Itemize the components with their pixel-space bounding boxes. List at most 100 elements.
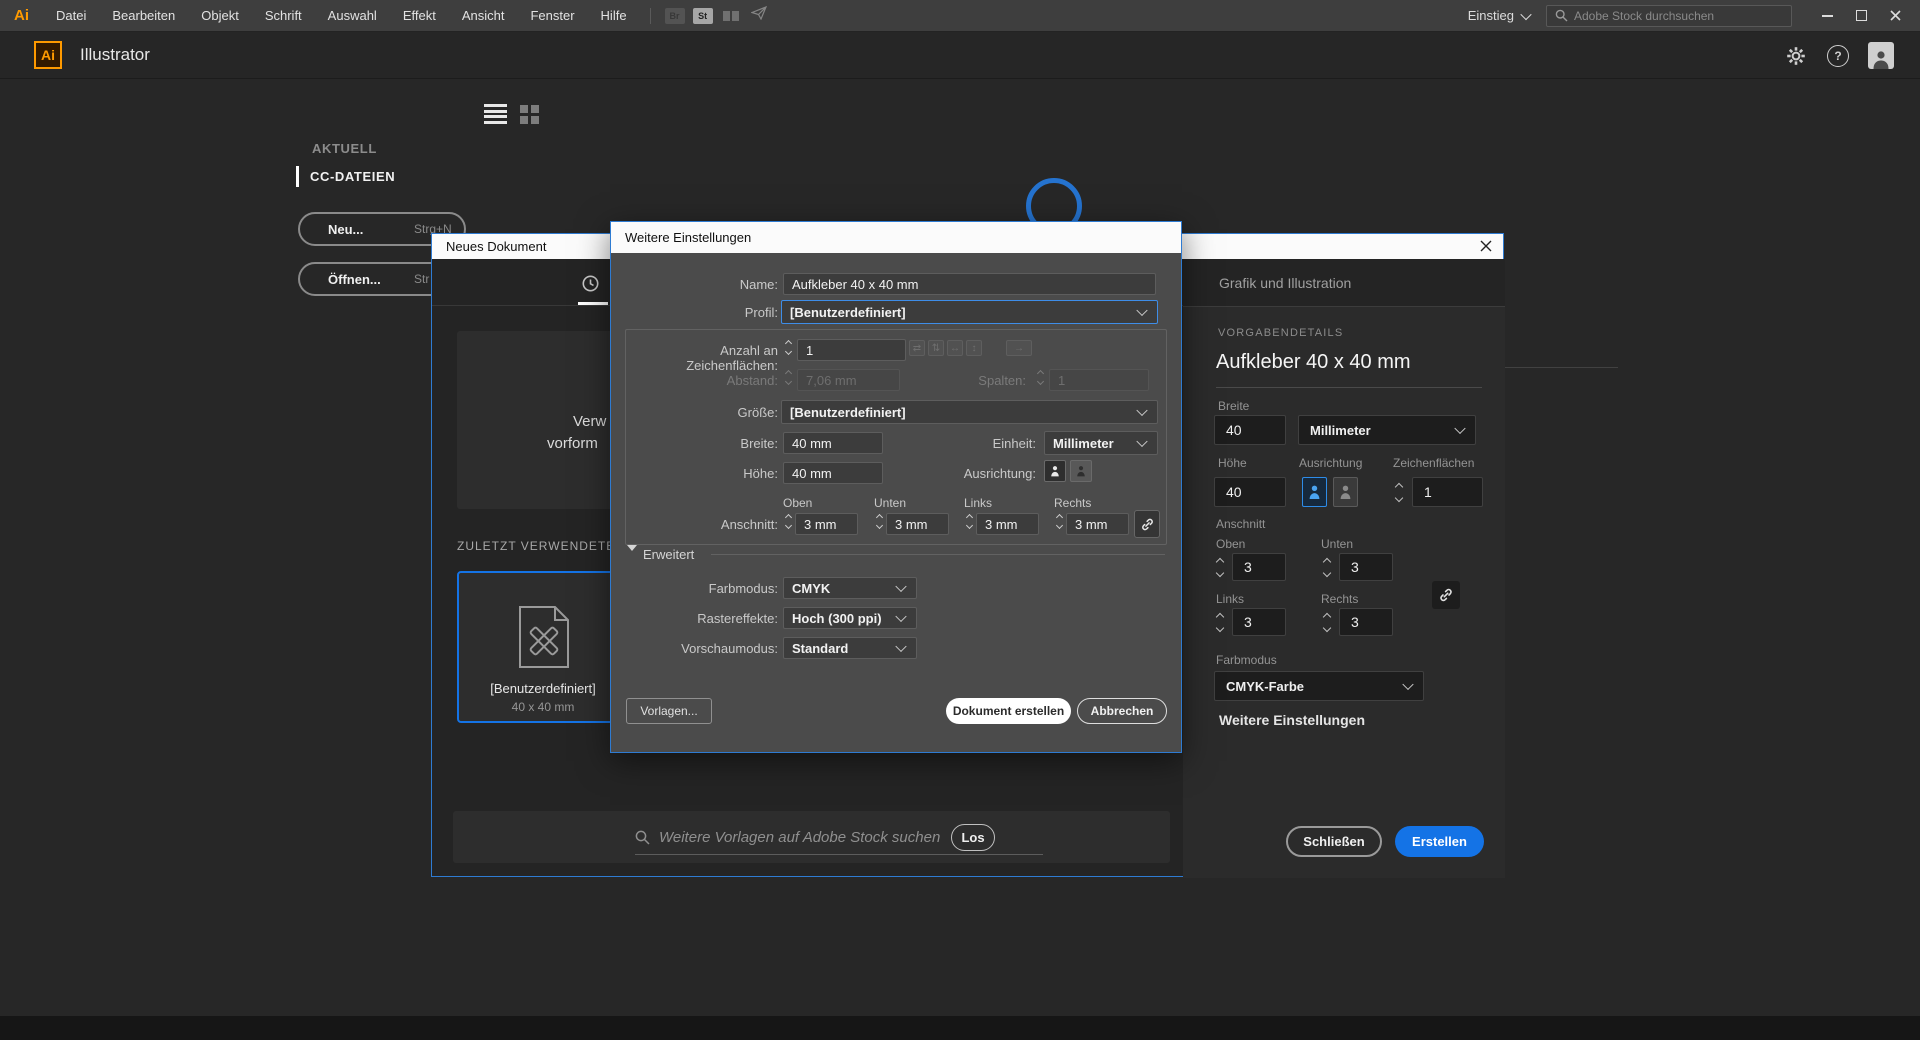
menu-bearbeiten[interactable]: Bearbeiten — [99, 0, 188, 32]
artboards-label: Zeichenflächen — [1393, 456, 1474, 470]
bleed-top-input[interactable]: 3 — [1232, 553, 1286, 581]
orientation-portrait-button[interactable] — [1302, 477, 1327, 507]
maximize-button[interactable] — [1844, 0, 1878, 32]
artboards-stepper[interactable] — [1391, 477, 1407, 507]
preview-mode-dropdown[interactable]: Standard — [783, 637, 917, 659]
menubar-divider — [650, 8, 651, 24]
colormode-label: Farbmodus: — [625, 581, 778, 596]
chevron-down-icon — [1402, 679, 1413, 690]
bleed-top-stepper[interactable] — [1212, 553, 1228, 581]
unit-dropdown[interactable]: Millimeter — [1044, 431, 1158, 455]
link-bleed-values-button[interactable] — [1134, 510, 1160, 538]
bleed-bottom-input[interactable]: 3 — [1339, 553, 1393, 581]
artboards-input[interactable]: 1 — [1412, 477, 1483, 507]
stock-search-go-button[interactable]: Los — [951, 824, 995, 851]
portrait-person-icon — [1308, 484, 1321, 500]
bleed-bottom-input[interactable]: 3 mm — [886, 513, 949, 535]
bottom-strip — [0, 1016, 1920, 1040]
bleed-top-stepper[interactable] — [783, 515, 794, 535]
unit-value: Millimeter — [1310, 423, 1371, 438]
help-icon[interactable]: ? — [1826, 44, 1850, 68]
artboard-count-stepper[interactable] — [783, 341, 794, 361]
right-to-left-layout-icon[interactable]: → — [1006, 340, 1032, 356]
artboard-count-input[interactable]: 1 — [797, 339, 906, 361]
chevron-down-icon — [895, 581, 906, 592]
bleed-right-label: Rechts — [1321, 592, 1358, 606]
height-input[interactable]: 40 — [1214, 477, 1286, 507]
minimize-button[interactable] — [1810, 0, 1844, 32]
bleed-label: Anschnitt: — [625, 517, 778, 532]
arrange-by-row-icon[interactable]: ↔ — [947, 340, 963, 356]
menu-fenster[interactable]: Fenster — [517, 0, 587, 32]
bleed-right-stepper[interactable] — [1319, 608, 1335, 636]
width-input[interactable]: 40 mm — [783, 432, 883, 454]
bleed-top-header: Oben — [783, 496, 812, 510]
colormode-dropdown[interactable]: CMYK — [783, 577, 917, 599]
workspace-layout-icon[interactable] — [721, 8, 741, 24]
arrange-by-column-icon[interactable]: ↕ — [966, 340, 982, 356]
grid-by-row-icon[interactable]: ⇄ — [909, 340, 925, 356]
menu-objekt[interactable]: Objekt — [188, 0, 252, 32]
width-input[interactable]: 40 — [1214, 415, 1286, 445]
stock-search-placeholder: Weitere Vorlagen auf Adobe Stock suchen — [659, 829, 940, 846]
grid-by-column-icon[interactable]: ⇅ — [928, 340, 944, 356]
menu-auswahl[interactable]: Auswahl — [315, 0, 390, 32]
bleed-right-input[interactable]: 3 mm — [1066, 513, 1129, 535]
bleed-left-input[interactable]: 3 — [1232, 608, 1286, 636]
raster-effects-dropdown[interactable]: Hoch (300 ppi) — [783, 607, 917, 629]
workspace-switcher[interactable]: Einstieg — [1468, 8, 1530, 23]
advanced-collapse-icon[interactable] — [627, 551, 637, 569]
menu-ansicht[interactable]: Ansicht — [449, 0, 518, 32]
bleed-top-input[interactable]: 3 mm — [795, 513, 858, 535]
bleed-bottom-stepper[interactable] — [1319, 553, 1335, 581]
profile-value: [Benutzerdefiniert] — [790, 305, 906, 320]
menu-effekt[interactable]: Effekt — [390, 0, 449, 32]
stock-badge-icon[interactable]: St — [693, 8, 713, 24]
menu-hilfe[interactable]: Hilfe — [588, 0, 640, 32]
orientation-landscape-button[interactable] — [1070, 460, 1092, 482]
bleed-left-input[interactable]: 3 mm — [976, 513, 1039, 535]
new-button-label: Neu... — [328, 222, 363, 237]
link-bleed-values-button[interactable] — [1432, 581, 1460, 609]
list-view-icon[interactable] — [484, 104, 507, 124]
unit-dropdown[interactable]: Millimeter — [1298, 415, 1476, 445]
recent-tab-clock-icon[interactable] — [582, 275, 599, 297]
size-dropdown[interactable]: [Benutzerdefiniert] — [781, 400, 1158, 424]
active-tab-indicator — [578, 302, 608, 305]
close-window-button[interactable] — [1878, 0, 1912, 32]
orientation-portrait-button[interactable] — [1044, 460, 1066, 482]
adobe-stock-search-input[interactable]: Adobe Stock durchsuchen — [1546, 5, 1792, 27]
bleed-left-stepper[interactable] — [1212, 608, 1228, 636]
divider — [711, 554, 1165, 555]
create-button[interactable]: Erstellen — [1395, 826, 1484, 857]
close-dialog-icon[interactable] — [1480, 240, 1492, 255]
colormode-dropdown[interactable]: CMYK-Farbe — [1214, 671, 1424, 701]
profile-dropdown[interactable]: [Benutzerdefiniert] — [781, 300, 1158, 324]
bridge-badge-icon[interactable]: Br — [665, 8, 685, 24]
menu-schrift[interactable]: Schrift — [252, 0, 315, 32]
grid-view-icon[interactable] — [520, 105, 539, 124]
sidebar-item-aktuell[interactable]: AKTUELL — [312, 141, 377, 156]
sidebar-item-cc-dateien[interactable]: CC-DATEIEN — [310, 169, 395, 184]
settings-gear-icon[interactable] — [1784, 44, 1808, 68]
bleed-bottom-stepper[interactable] — [874, 515, 885, 535]
bleed-right-input[interactable]: 3 — [1339, 608, 1393, 636]
close-button[interactable]: Schließen — [1286, 826, 1382, 857]
bleed-right-stepper[interactable] — [1054, 515, 1065, 535]
cancel-button[interactable]: Abbrechen — [1077, 698, 1167, 724]
create-document-button[interactable]: Dokument erstellen — [946, 698, 1071, 724]
account-avatar[interactable] — [1868, 42, 1894, 69]
bleed-left-stepper[interactable] — [964, 515, 975, 535]
recent-preset-card[interactable]: [Benutzerdefiniert] 40 x 40 mm — [457, 571, 629, 723]
artboard-count-label: Anzahl an Zeichenflächen: — [625, 343, 778, 373]
name-input[interactable]: Aufkleber 40 x 40 mm — [783, 273, 1156, 295]
more-settings-titlebar[interactable]: Weitere Einstellungen — [611, 222, 1181, 253]
share-plane-icon[interactable] — [751, 6, 767, 25]
menu-datei[interactable]: Datei — [43, 0, 99, 32]
orientation-landscape-button[interactable] — [1333, 477, 1358, 507]
height-input[interactable]: 40 mm — [783, 462, 883, 484]
bleed-left-label: Links — [1216, 592, 1244, 606]
more-settings-link[interactable]: Weitere Einstellungen — [1219, 712, 1365, 728]
templates-button[interactable]: Vorlagen... — [626, 698, 712, 724]
advanced-section-label[interactable]: Erweitert — [643, 547, 694, 562]
